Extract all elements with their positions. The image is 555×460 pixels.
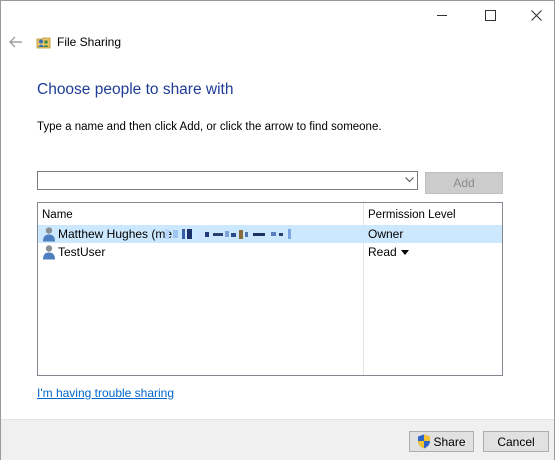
file-sharing-window: File Sharing Choose people to share with… xyxy=(0,0,555,460)
minimize-button[interactable] xyxy=(419,1,465,29)
user-name: TestUser xyxy=(58,245,106,259)
minimize-icon xyxy=(437,14,447,16)
column-header-permission[interactable]: Permission Level xyxy=(368,209,456,221)
user-icon xyxy=(43,227,55,242)
share-button-label: Share xyxy=(433,434,466,449)
list-row-testuser[interactable]: TestUser Read xyxy=(38,243,502,261)
permission-dropdown-icon[interactable] xyxy=(401,250,409,255)
close-icon xyxy=(530,9,542,21)
file-sharing-icon xyxy=(36,34,52,50)
instructions-text: Type a name and then click Add, or click… xyxy=(37,121,382,133)
user-icon xyxy=(43,245,55,260)
dialog-footer: Share Cancel xyxy=(1,419,554,460)
page-heading: Choose people to share with xyxy=(37,81,234,98)
window-title: File Sharing xyxy=(57,35,122,49)
permission-level: Owner xyxy=(368,227,404,241)
people-list[interactable]: Name Permission Level Matthew Hughes (me xyxy=(37,202,503,376)
user-name: Matthew Hughes (me xyxy=(58,227,173,241)
maximize-icon xyxy=(484,9,496,21)
back-arrow-icon xyxy=(9,36,22,48)
chevron-down-icon[interactable] xyxy=(405,177,414,183)
back-button[interactable] xyxy=(8,34,24,50)
share-button[interactable]: Share xyxy=(409,431,474,452)
cancel-button[interactable]: Cancel xyxy=(483,431,549,452)
add-button[interactable]: Add xyxy=(425,172,503,194)
name-combobox[interactable] xyxy=(37,171,418,190)
list-header: Name Permission Level xyxy=(38,203,502,225)
maximize-button[interactable] xyxy=(467,1,513,29)
column-header-name[interactable]: Name xyxy=(42,209,73,221)
trouble-sharing-link[interactable]: I'm having trouble sharing xyxy=(37,386,174,400)
list-row-owner[interactable]: Matthew Hughes (me Owner xyxy=(38,225,502,243)
uac-shield-icon xyxy=(418,434,431,449)
close-button[interactable] xyxy=(513,1,555,29)
name-input[interactable] xyxy=(38,172,406,189)
redacted-email-image xyxy=(165,229,291,239)
permission-level[interactable]: Read xyxy=(368,245,397,259)
